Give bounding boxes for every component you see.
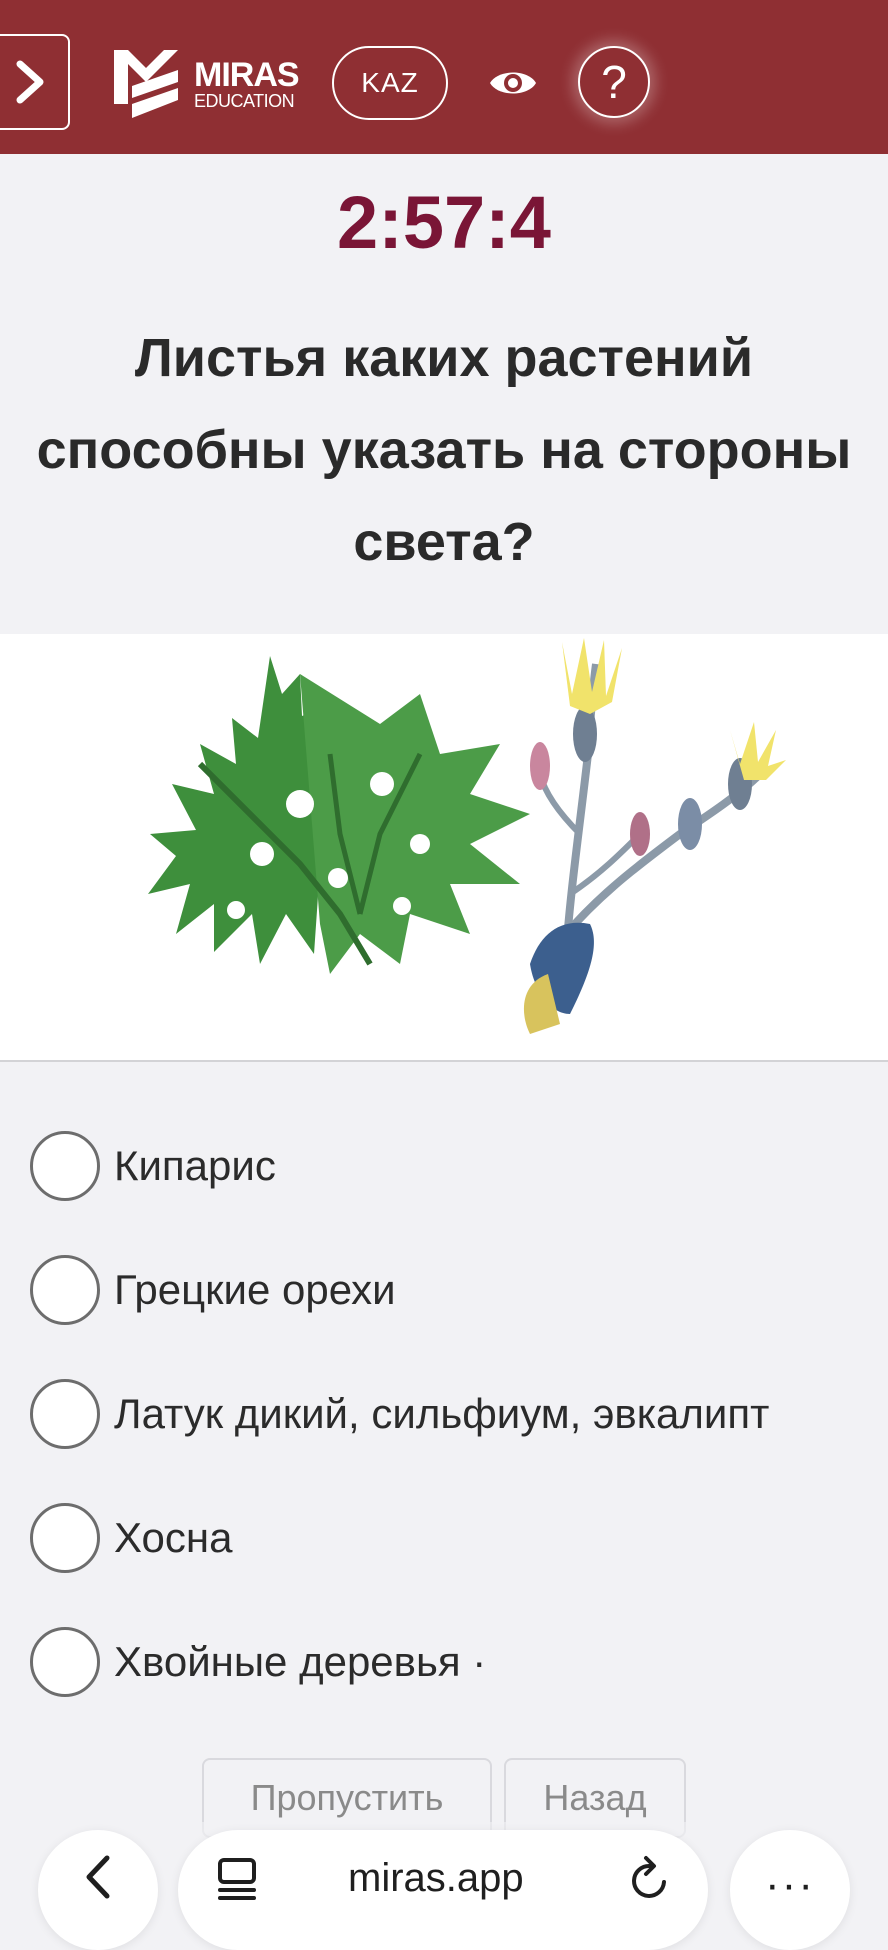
answer-option-label: Латук дикий, сильфиум, эвкалипт	[114, 1390, 770, 1437]
answer-option-label: Хосна	[114, 1514, 233, 1561]
browser-toolbar: miras.app ···	[0, 1822, 888, 1950]
countdown-timer: 2:57:4	[337, 181, 551, 264]
chevron-left-icon	[86, 1855, 110, 1899]
question-text: Листья каких растений способны указать н…	[36, 328, 852, 572]
answer-option-label: Грецкие орехи	[114, 1266, 396, 1313]
reader-icon[interactable]	[216, 1856, 260, 1904]
plant-illustration	[148, 638, 786, 1034]
app-header: MIRAS EDUCATION KAZ ?	[0, 0, 888, 154]
radio-button[interactable]	[30, 1379, 100, 1449]
divider	[0, 1060, 888, 1062]
logo: MIRAS EDUCATION	[110, 44, 300, 124]
menu-toggle-button[interactable]	[0, 34, 70, 130]
chevron-right-icon	[16, 60, 44, 104]
answer-option[interactable]: Кипарис	[30, 1126, 888, 1206]
logo-title: MIRAS	[194, 56, 300, 94]
radio-button[interactable]	[30, 1503, 100, 1573]
logo-subtitle: EDUCATION	[194, 91, 295, 111]
language-button[interactable]: KAZ	[332, 46, 448, 120]
browser-more-button[interactable]: ···	[730, 1830, 850, 1950]
question-image	[0, 634, 888, 1060]
answer-option-label: Кипарис	[114, 1142, 276, 1189]
answer-option[interactable]: Латук дикий, сильфиум, эвкалипт	[30, 1374, 888, 1454]
logo-mark-icon	[114, 50, 178, 118]
eye-icon	[490, 72, 536, 94]
radio-button[interactable]	[30, 1131, 100, 1201]
browser-back-button[interactable]	[38, 1830, 158, 1950]
answer-option[interactable]: Хосна	[30, 1498, 888, 1578]
answer-option[interactable]: Хвойные деревья ·	[30, 1622, 888, 1702]
reload-icon[interactable]	[626, 1854, 674, 1904]
radio-button[interactable]	[30, 1255, 100, 1325]
accessibility-eye-button[interactable]	[486, 58, 540, 108]
answer-option-label: Хвойные деревья ·	[114, 1638, 487, 1685]
help-button[interactable]: ?	[578, 46, 650, 118]
address-text: miras.app	[348, 1856, 524, 1900]
radio-button[interactable]	[30, 1627, 100, 1697]
address-bar[interactable]: miras.app	[178, 1830, 708, 1950]
answer-option[interactable]: Грецкие орехи	[30, 1250, 888, 1330]
